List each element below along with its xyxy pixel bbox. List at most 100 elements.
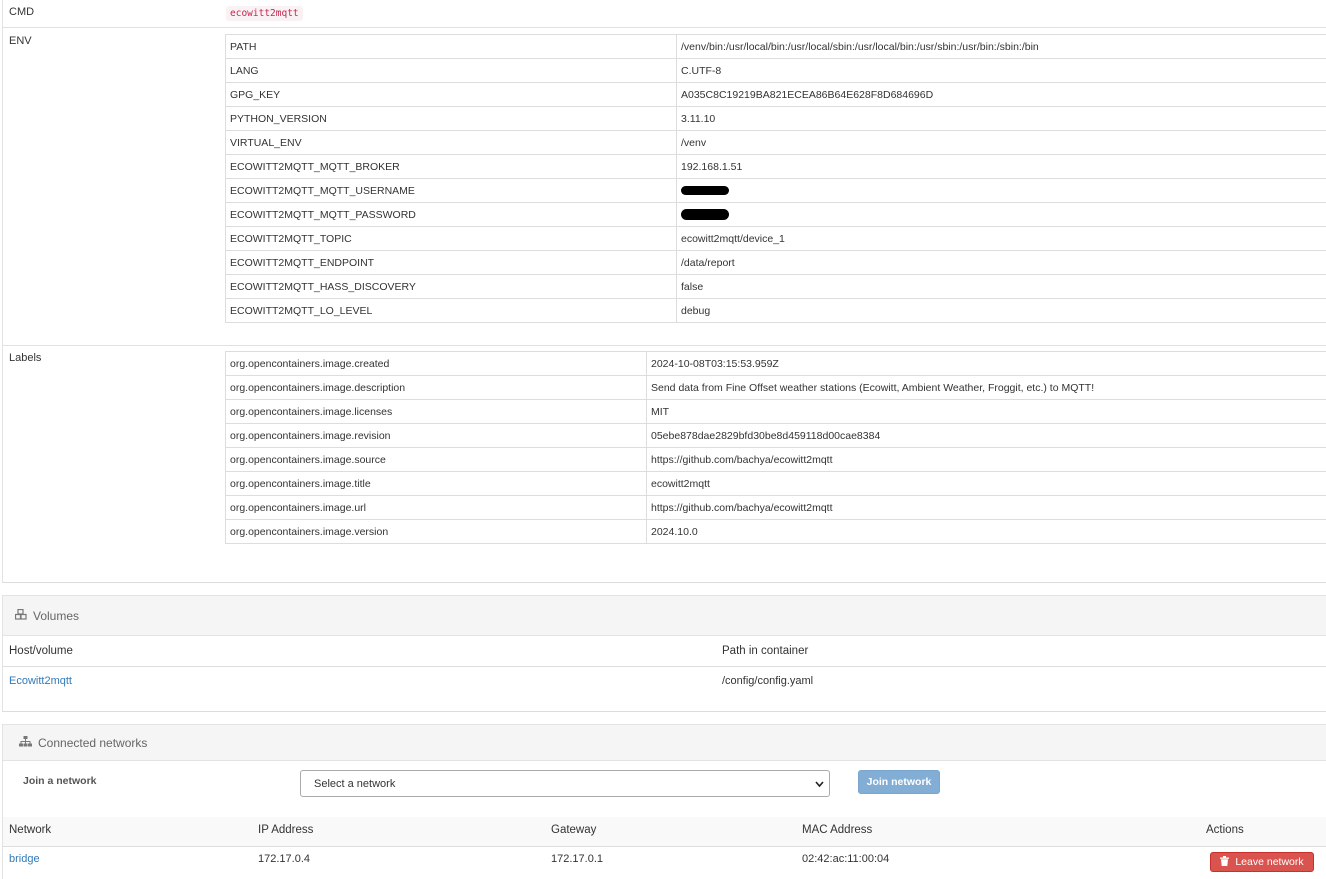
label-value: Send data from Fine Offset weather stati… <box>646 375 1326 400</box>
network-select[interactable]: Select a network <box>300 770 830 797</box>
table-row: ECOWITT2MQTT_TOPIC ecowitt2mqtt/device_1 <box>225 226 1326 251</box>
join-network-button[interactable]: Join network <box>858 770 940 794</box>
table-row: ECOWITT2MQTT_MQTT_PASSWORD <box>225 202 1326 227</box>
table-row: ECOWITT2MQTT_LO_LEVEL debug <box>225 298 1326 323</box>
env-key: ECOWITT2MQTT_MQTT_USERNAME <box>225 178 677 203</box>
env-value: 3.11.10 <box>676 106 1326 131</box>
env-table: PATH/venv/bin:/usr/local/bin:/usr/local/… <box>225 34 1326 323</box>
container-details-panel: CMD ecowitt2mqtt ENV PATH/venv/bin:/usr/… <box>2 0 1326 583</box>
env-key: PYTHON_VERSION <box>225 106 677 131</box>
env-value: C.UTF-8 <box>676 58 1326 83</box>
env-key: GPG_KEY <box>225 82 677 107</box>
network-link[interactable]: bridge <box>9 853 40 865</box>
label-key: org.opencontainers.image.description <box>225 375 647 400</box>
divider <box>3 345 1326 346</box>
col-header-gateway: Gateway <box>551 824 597 836</box>
label-key: org.opencontainers.image.source <box>225 447 647 472</box>
table-row: org.opencontainers.image.revision 05ebe87… <box>225 423 1326 448</box>
network-ip: 172.17.0.4 <box>258 853 310 865</box>
col-header-ip: IP Address <box>258 824 314 836</box>
sitemap-icon <box>19 735 32 750</box>
label-key: org.opencontainers.image.url <box>225 495 647 520</box>
volume-link[interactable]: Ecowitt2mqtt <box>9 675 72 687</box>
network-gateway: 172.17.0.1 <box>551 853 603 865</box>
table-row: VIRTUAL_ENV/venv <box>225 130 1326 155</box>
volumes-panel: Volumes Host/volume Path in container Ec… <box>2 595 1326 712</box>
table-row: PATH/venv/bin:/usr/local/bin:/usr/local/… <box>225 34 1326 59</box>
table-row: LANG C.UTF-8 <box>225 58 1326 83</box>
table-row: org.opencontainers.image.created 2024-10-… <box>225 351 1326 376</box>
divider <box>3 666 1326 667</box>
divider <box>3 27 1326 28</box>
label-key: org.opencontainers.image.licenses <box>225 399 647 424</box>
table-row: GPG_KEY A035C8C19219BA821ECEA86B64E628F8D… <box>225 82 1326 107</box>
table-row: org.opencontainers.image.version 2024.10.… <box>225 519 1326 544</box>
env-value: debug <box>676 298 1326 323</box>
leave-network-label: Leave network <box>1235 856 1304 868</box>
label-key: org.opencontainers.image.title <box>225 471 647 496</box>
table-row: PYTHON_VERSION 3.11.10 <box>225 106 1326 131</box>
col-header-host: Host/volume <box>9 645 73 657</box>
env-key: VIRTUAL_ENV <box>225 130 677 155</box>
label-value: MIT <box>646 399 1326 424</box>
networks-panel: Connected networks Join a network Select… <box>2 724 1326 879</box>
network-select-value: Select a network <box>314 777 396 790</box>
table-row: org.opencontainers.image.title ecowitt2mq… <box>225 471 1326 496</box>
table-row: ECOWITT2MQTT_MQTT_USERNAME <box>225 178 1326 203</box>
join-network-label: Join a network <box>23 775 97 787</box>
label-value: https://github.com/bachya/ecowitt2mqtt <box>646 447 1326 472</box>
col-header-actions: Actions <box>1206 824 1244 836</box>
networks-title-wrap: Connected networks <box>19 725 147 760</box>
label-value: ecowitt2mqtt <box>646 471 1326 496</box>
chevron-down-icon <box>815 779 824 788</box>
redaction-mark <box>681 209 729 221</box>
labels-label: Labels <box>9 352 42 364</box>
col-header-mac: MAC Address <box>802 824 873 836</box>
table-row: ECOWITT2MQTT_ENDPOINT/data/report <box>225 250 1326 275</box>
env-key: ECOWITT2MQTT_TOPIC <box>225 226 677 251</box>
trash-icon <box>1220 855 1230 869</box>
cubes-icon <box>14 608 27 623</box>
env-key: ECOWITT2MQTT_ENDPOINT <box>225 250 677 275</box>
volumes-title: Volumes <box>33 608 80 623</box>
volumes-title-wrap: Volumes <box>14 596 80 635</box>
table-row: org.opencontainers.image.source https://g… <box>225 447 1326 472</box>
env-key: PATH <box>225 34 677 59</box>
env-value: A035C8C19219BA821ECEA86B64E628F8D684696D <box>676 82 1326 107</box>
cmd-label: CMD <box>9 6 35 18</box>
col-header-network: Network <box>9 824 52 836</box>
label-key: org.opencontainers.image.created <box>225 351 647 376</box>
env-key: ECOWITT2MQTT_HASS_DISCOVERY <box>225 274 677 299</box>
network-mac: 02:42:ac:11:00:04 <box>802 853 890 865</box>
networks-title: Connected networks <box>38 735 148 750</box>
leave-network-button[interactable]: Leave network <box>1210 852 1314 872</box>
labels-table: org.opencontainers.image.created 2024-10-… <box>225 351 1326 544</box>
env-value: ecowitt2mqtt/device_1 <box>676 226 1326 251</box>
col-header-path: Path in container <box>722 645 809 657</box>
label-key: org.opencontainers.image.version <box>225 519 647 544</box>
networks-panel-header: Connected networks <box>3 725 1326 761</box>
label-value: 2024-10-08T03:15:53.959Z <box>646 351 1326 376</box>
env-value: false <box>676 274 1326 299</box>
table-row: org.opencontainers.image.licenses MIT <box>225 399 1326 424</box>
env-key: ECOWITT2MQTT_LO_LEVEL <box>225 298 677 323</box>
env-key: ECOWITT2MQTT_MQTT_BROKER <box>225 154 677 179</box>
table-row: org.opencontainers.image.url https://gith… <box>225 495 1326 520</box>
env-value-redacted <box>676 202 1326 227</box>
networks-table-header: Network IP Address Gateway MAC Address A… <box>3 817 1326 847</box>
volume-path: /config/config.yaml <box>722 675 814 687</box>
env-key: ECOWITT2MQTT_MQTT_PASSWORD <box>225 202 677 227</box>
label-value: 2024.10.0 <box>646 519 1326 544</box>
redaction-mark <box>681 186 729 196</box>
env-value-redacted <box>676 178 1326 203</box>
env-label: ENV <box>9 35 32 47</box>
table-row: org.opencontainers.image.description Send… <box>225 375 1326 400</box>
env-value: 192.168.1.51 <box>676 154 1326 179</box>
label-value: https://github.com/bachya/ecowitt2mqtt <box>646 495 1326 520</box>
cmd-value: ecowitt2mqtt <box>226 6 303 21</box>
label-key: org.opencontainers.image.revision <box>225 423 647 448</box>
env-value: /data/report <box>676 250 1326 275</box>
label-value: 05ebe878dae2829bfd30be8d459118d00cae8384 <box>646 423 1326 448</box>
table-row: ECOWITT2MQTT_HASS_DISCOVERY false <box>225 274 1326 299</box>
env-value: /venv/bin:/usr/local/bin:/usr/local/sbin… <box>676 34 1326 59</box>
